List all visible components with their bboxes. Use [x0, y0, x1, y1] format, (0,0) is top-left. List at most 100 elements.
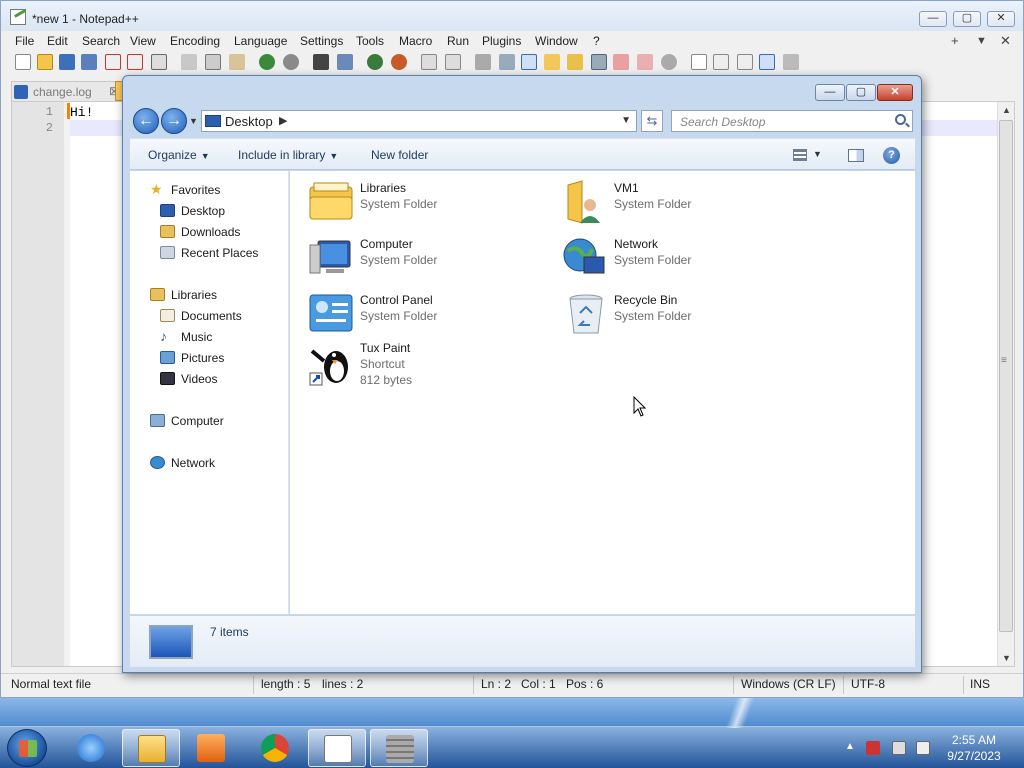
- organize-button[interactable]: Organize ▼: [148, 148, 210, 162]
- close-doc-button[interactable]: ✕: [1000, 33, 1011, 49]
- scroll-down-icon[interactable]: ▼: [1002, 653, 1011, 663]
- taskbar-windows-explorer[interactable]: [122, 729, 180, 767]
- copy-icon[interactable]: [205, 54, 221, 70]
- menu-settings[interactable]: Settings: [300, 34, 343, 48]
- explorer-minimize-button[interactable]: —: [815, 84, 845, 101]
- tab-change-log[interactable]: change.log ⊠: [11, 81, 123, 101]
- menu-encoding[interactable]: Encoding: [170, 34, 220, 48]
- zoom-out-icon[interactable]: [391, 54, 407, 70]
- maximize-button[interactable]: ▢: [953, 11, 981, 27]
- show-all-chars-icon[interactable]: [499, 54, 515, 70]
- item-libraries[interactable]: Libraries System Folder: [308, 177, 548, 227]
- sync-horizontal-icon[interactable]: [445, 54, 461, 70]
- address-dropdown-icon[interactable]: ▼: [621, 115, 631, 126]
- start-button[interactable]: [7, 729, 47, 767]
- item-vm1[interactable]: VM1 System Folder: [562, 177, 802, 227]
- monitoring-icon[interactable]: [637, 54, 653, 70]
- forward-button[interactable]: →: [161, 108, 187, 134]
- taskbar-notepadpp[interactable]: [308, 729, 366, 767]
- new-folder-button[interactable]: New folder: [371, 148, 428, 162]
- taskbar-internet-explorer[interactable]: [62, 729, 120, 767]
- action-center-icon[interactable]: [866, 741, 880, 755]
- language-udl-icon[interactable]: [544, 54, 560, 70]
- menu-tools[interactable]: Tools: [356, 34, 384, 48]
- search-box[interactable]: Search Desktop: [671, 110, 913, 132]
- open-file-icon[interactable]: [37, 54, 53, 70]
- item-tux-paint[interactable]: Tux Paint Shortcut 812 bytes: [308, 337, 548, 393]
- menu-file[interactable]: File: [15, 34, 34, 48]
- scroll-up-icon[interactable]: ▲: [1002, 105, 1011, 115]
- search-icon[interactable]: [895, 114, 906, 125]
- play-macro-icon[interactable]: [737, 54, 753, 70]
- undo-icon[interactable]: [259, 54, 275, 70]
- menu-run[interactable]: Run: [447, 34, 469, 48]
- zoom-in-icon[interactable]: [367, 54, 383, 70]
- view-options-dropdown-icon[interactable]: ▼: [813, 149, 822, 159]
- close-all-icon[interactable]: [127, 54, 143, 70]
- vertical-scrollbar[interactable]: ▲ ≡ ▼: [997, 102, 1014, 666]
- preview-pane-icon[interactable]: [848, 149, 864, 162]
- recent-pages-dropdown-icon[interactable]: ▼: [189, 116, 198, 126]
- close-file-icon[interactable]: [105, 54, 121, 70]
- cut-icon[interactable]: [181, 54, 197, 70]
- tab-list-button[interactable]: ▼: [976, 35, 987, 47]
- redo-icon[interactable]: [283, 54, 299, 70]
- menu-view[interactable]: View: [130, 34, 156, 48]
- sync-vertical-icon[interactable]: [421, 54, 437, 70]
- save-all-icon[interactable]: [81, 54, 97, 70]
- scroll-thumb[interactable]: [999, 120, 1013, 632]
- document-map-icon[interactable]: [567, 54, 583, 70]
- menu-macro[interactable]: Macro: [399, 34, 432, 48]
- help-icon[interactable]: ?: [883, 147, 900, 164]
- breadcrumb-desktop[interactable]: Desktop: [225, 114, 273, 129]
- comment-icon[interactable]: [661, 54, 677, 70]
- item-recycle-bin[interactable]: Recycle Bin System Folder: [562, 289, 802, 339]
- indent-guide-icon[interactable]: [521, 54, 537, 70]
- record-macro-icon[interactable]: [691, 54, 707, 70]
- address-row: ← → ▼ Desktop ▶ ▼ ⇆ Search Desktop: [131, 107, 915, 135]
- paste-icon[interactable]: [229, 54, 245, 70]
- item-network[interactable]: Network System Folder: [562, 233, 802, 283]
- menu-language[interactable]: Language: [234, 34, 287, 48]
- item-control-panel[interactable]: Control Panel System Folder: [308, 289, 548, 339]
- clock[interactable]: 2:55 AM 9/27/2023: [932, 732, 1016, 764]
- replace-icon[interactable]: [337, 54, 353, 70]
- volume-muted-icon[interactable]: [916, 741, 930, 755]
- folder-workspace-icon[interactable]: [613, 54, 629, 70]
- breadcrumb-arrow-icon[interactable]: ▶: [279, 114, 287, 127]
- new-file-icon[interactable]: [15, 54, 31, 70]
- item-computer[interactable]: Computer System Folder: [308, 233, 548, 283]
- taskbar-media-player[interactable]: [182, 729, 240, 767]
- minimize-button[interactable]: —: [919, 11, 947, 27]
- explorer-close-button[interactable]: ✕: [877, 84, 913, 101]
- save-macro-icon[interactable]: [783, 54, 799, 70]
- code-line[interactable]: Hi!: [70, 105, 93, 120]
- address-bar[interactable]: Desktop ▶ ▼: [201, 110, 637, 132]
- status-encoding: UTF-8: [851, 677, 885, 691]
- menu-help[interactable]: ?: [593, 34, 600, 48]
- menu-edit[interactable]: Edit: [47, 34, 68, 48]
- taskbar-firewall[interactable]: [370, 729, 428, 767]
- include-in-library-button[interactable]: Include in library ▼: [238, 148, 338, 162]
- word-wrap-icon[interactable]: [475, 54, 491, 70]
- run-macro-multiple-icon[interactable]: [759, 54, 775, 70]
- menu-plugins[interactable]: Plugins: [482, 34, 521, 48]
- title-bar[interactable]: *new 1 - Notepad++ — ▢ ✕: [1, 1, 1023, 31]
- menu-search[interactable]: Search: [82, 34, 120, 48]
- save-icon[interactable]: [59, 54, 75, 70]
- function-list-icon[interactable]: [591, 54, 607, 70]
- print-icon[interactable]: [151, 54, 167, 70]
- explorer-maximize-button[interactable]: ▢: [846, 84, 876, 101]
- file-list[interactable]: Libraries System Folder VM1 System Folde…: [290, 171, 915, 614]
- refresh-button[interactable]: ⇆: [641, 110, 663, 132]
- taskbar-chrome[interactable]: [246, 729, 304, 767]
- menu-window[interactable]: Window: [535, 34, 578, 48]
- network-tray-icon[interactable]: [892, 741, 906, 755]
- show-hidden-icons-icon[interactable]: ▲: [845, 741, 855, 752]
- back-button[interactable]: ←: [133, 108, 159, 134]
- stop-macro-icon[interactable]: [713, 54, 729, 70]
- new-tab-button[interactable]: +: [951, 33, 959, 48]
- close-button[interactable]: ✕: [987, 11, 1015, 27]
- change-view-icon[interactable]: [793, 149, 807, 161]
- find-icon[interactable]: [313, 54, 329, 70]
